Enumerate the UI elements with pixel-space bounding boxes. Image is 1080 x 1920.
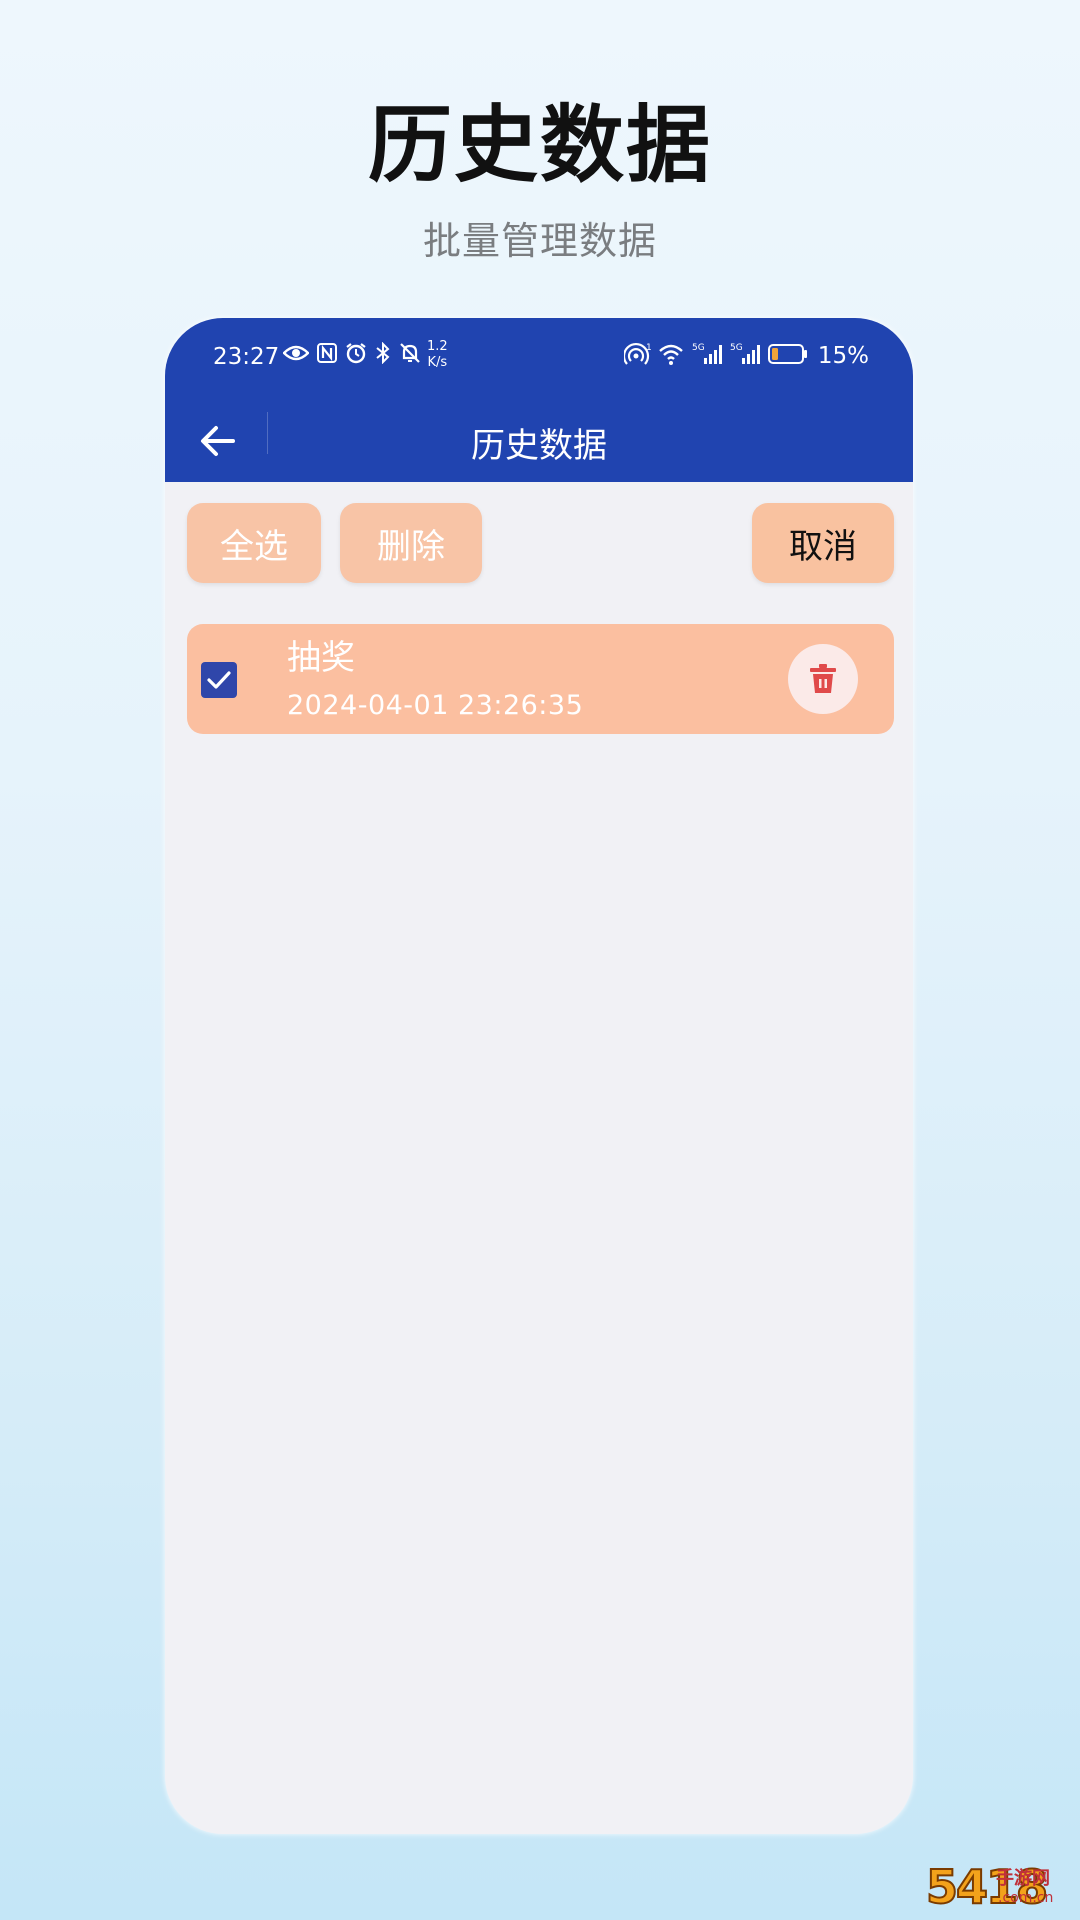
svg-text:1: 1 [646,343,652,353]
promo-title: 历史数据 [367,96,712,194]
svg-text:5G: 5G [692,343,705,353]
status-icons-left [283,342,421,364]
battery-icon [767,343,808,369]
record-checkbox[interactable] [201,662,237,698]
list-item[interactable]: 抽奖 2024-04-01 23:26:35 [187,624,894,734]
wifi-icon [658,342,686,370]
toolbar: 历史数据 [165,398,913,482]
watermark-domain: .com.cn [998,1890,1054,1906]
watermark-text: 手游网 [996,1868,1050,1889]
promo-subtitle: 批量管理数据 [422,219,657,263]
status-time: 23:27 [213,344,280,370]
trash-icon [810,664,836,693]
toolbar-title: 历史数据 [471,426,607,466]
nfc-icon [317,343,337,363]
phone-screen: 23:27 1.2 K/s 1 5G 5G 15% 历史数据 全选 删除 取消 … [165,318,913,1834]
signal-5g-icon-1: 5G [692,342,724,370]
alarm-icon [345,342,367,364]
bell-muted-icon [399,342,421,364]
checkmark-icon [207,671,231,689]
record-time: 2024-04-01 23:26:35 [287,690,584,721]
status-bar: 23:27 1.2 K/s 1 5G 5G 15% [165,338,913,378]
bluetooth-icon [375,342,391,364]
net-speed-unit: K/s [427,355,448,370]
battery-percent: 15% [817,343,869,369]
cancel-button[interactable]: 取消 [752,503,894,583]
net-speed-value: 1.2 [427,339,448,354]
eye-icon [283,343,309,363]
delete-button[interactable]: 删除 [340,503,482,583]
watermark-logo: 5418 手游网 .com.cn [925,1859,1074,1918]
app-header: 23:27 1.2 K/s 1 5G 5G 15% 历史数据 [165,318,913,482]
hotspot-icon: 1 [622,342,652,370]
net-speed: 1.2 K/s [427,339,448,371]
svg-text:5G: 5G [730,343,743,353]
select-all-button[interactable]: 全选 [187,503,321,583]
record-delete-button[interactable] [788,644,858,714]
status-icons-right: 1 5G 5G 15% [622,342,869,370]
signal-5g-icon-2: 5G [730,342,762,370]
record-title: 抽奖 [287,638,355,678]
